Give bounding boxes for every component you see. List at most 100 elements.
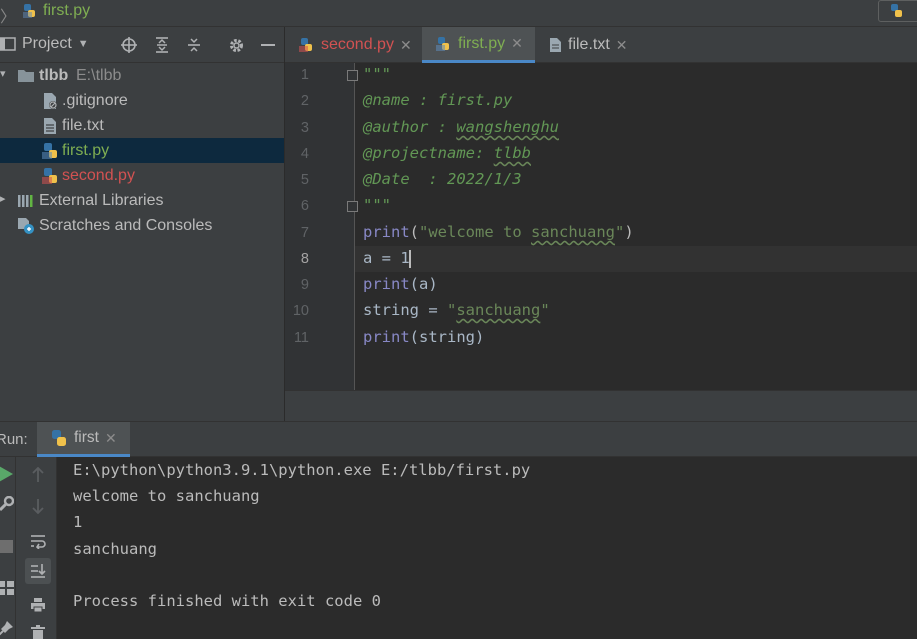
python-icon [891, 4, 902, 17]
run-toolbar-secondary [16, 457, 57, 639]
project-title: Project [22, 35, 72, 52]
tab-run-first[interactable]: first ✕ [37, 422, 130, 457]
text-caret [409, 250, 411, 268]
code-editor[interactable]: 1 2 3 4 5 6 7 8 9 10 11 """ @name : firs… [285, 63, 917, 390]
code-line: print(string) [363, 328, 485, 346]
run-toolbar-primary [0, 457, 16, 639]
code-line: @Date : 2022/1/3 [363, 170, 522, 188]
tab-second-py[interactable]: second.py ✕ [285, 27, 419, 63]
chevron-down-icon: ▾ [0, 68, 6, 80]
breadcrumb-file[interactable]: first.py [22, 2, 90, 20]
tab-label: file.txt [568, 36, 610, 53]
line-number-gutter: 1 2 3 4 5 6 7 8 9 10 11 [285, 63, 358, 390]
locate-file-icon[interactable] [119, 35, 139, 55]
chevron-down-icon: ▼ [77, 38, 89, 50]
fold-marker-icon[interactable] [347, 70, 358, 81]
project-window-icon [0, 37, 16, 51]
folder-icon [17, 67, 35, 85]
code-line: """ [363, 65, 391, 83]
line-number: 1 [300, 67, 309, 83]
python-file-icon [41, 142, 59, 160]
line-number: 7 [300, 225, 309, 241]
tab-label: second.py [321, 36, 394, 53]
run-tool-window-header: Run: first ✕ [0, 421, 917, 457]
tree-item-file-txt[interactable]: file.txt [0, 113, 284, 138]
run-tab-label: first [74, 429, 99, 446]
line-number: 4 [300, 146, 309, 162]
tree-item-second-py[interactable]: second.py [0, 163, 284, 188]
console-line: sanchuang [73, 540, 157, 558]
breadcrumb-separator: 〉 [0, 9, 17, 26]
close-icon[interactable]: ✕ [105, 430, 117, 447]
arrow-down-icon[interactable] [25, 493, 51, 519]
code-line: """ [363, 196, 391, 214]
scroll-to-end-icon[interactable] [25, 558, 51, 584]
editor-tab-bar: second.py ✕ first.py ✕ file.txt ✕ [285, 27, 917, 63]
close-icon[interactable]: ✕ [511, 35, 523, 52]
breadcrumb-file-label: first.py [43, 2, 91, 19]
line-number: 10 [292, 303, 309, 319]
tree-item-label: tlbb [39, 66, 69, 84]
line-number: 8 [300, 251, 309, 267]
tree-item-external-libraries[interactable]: ▸ External Libraries [0, 188, 284, 213]
run-label: Run: [0, 431, 28, 448]
console-line: 1 [73, 513, 83, 531]
gitignore-file-icon [41, 92, 59, 110]
project-view-selector[interactable]: Project ▼ [0, 35, 89, 53]
tree-item-scratches[interactable]: Scratches and Consoles [0, 213, 284, 238]
python-file-icon [23, 4, 35, 18]
python-file-icon [436, 36, 449, 51]
editor-bottom-area [285, 390, 917, 421]
tree-item-label: second.py [62, 166, 135, 184]
line-number: 3 [300, 120, 309, 136]
code-line: @author : wangshenghu [363, 118, 559, 136]
tree-item-label: first.py [62, 141, 110, 159]
console-line: Process finished with exit code 0 [73, 592, 381, 610]
close-icon[interactable]: ✕ [616, 37, 628, 54]
arrow-up-icon[interactable] [25, 462, 51, 488]
code-line: @projectname: tlbb [363, 144, 531, 162]
fold-marker-icon[interactable] [347, 201, 358, 212]
text-file-icon [550, 38, 561, 52]
python-icon [52, 430, 66, 446]
console-line: E:\python\python3.9.1\python.exe E:/tlbb… [73, 461, 531, 479]
code-line: print(a) [363, 275, 438, 293]
tree-item-label: file.txt [62, 116, 104, 134]
scratches-icon [17, 217, 35, 235]
print-icon[interactable] [25, 592, 51, 618]
close-icon[interactable]: ✕ [400, 37, 412, 54]
tree-item-label: .gitignore [62, 91, 128, 109]
code-line: a = 1 [363, 249, 410, 267]
code-line: print("welcome to sanchuang") [363, 223, 634, 241]
tree-item-tlbb[interactable]: ▾ tlbb E:\tlbb [0, 63, 284, 88]
tree-item-first-py[interactable]: first.py [0, 138, 284, 163]
tab-first-py[interactable]: first.py ✕ [422, 27, 535, 63]
line-number: 9 [300, 277, 309, 293]
collapse-all-icon[interactable] [184, 35, 204, 55]
tree-item-label: Scratches and Consoles [39, 216, 213, 234]
project-header: Project ▼ [0, 27, 284, 63]
project-tool-window: Project ▼ ▾ tlbb E:\tlbb .gitignore file… [0, 27, 284, 421]
tab-file-txt[interactable]: file.txt ✕ [535, 27, 645, 63]
minimize-icon[interactable] [258, 35, 278, 55]
python-file-icon [41, 167, 59, 185]
library-icon [17, 192, 35, 210]
text-file-icon [41, 117, 59, 135]
run-console-output[interactable]: E:\python\python3.9.1\python.exe E:/tlbb… [57, 457, 917, 639]
code-line: @name : first.py [363, 91, 513, 109]
line-number: 11 [293, 330, 309, 346]
navigation-bar: 〉 first.py [0, 0, 917, 27]
line-number: 2 [300, 93, 309, 109]
console-line: welcome to sanchuang [73, 487, 260, 505]
run-configuration-selector[interactable] [878, 0, 917, 22]
tree-item-gitignore[interactable]: .gitignore [0, 88, 284, 113]
soft-wrap-icon[interactable] [25, 528, 51, 554]
tree-item-label: External Libraries [39, 191, 164, 209]
tree-item-path: E:\tlbb [76, 66, 122, 84]
gear-icon[interactable] [226, 35, 246, 55]
expand-all-icon[interactable] [152, 35, 172, 55]
trash-icon[interactable] [25, 620, 51, 639]
tab-label: first.py [458, 34, 506, 52]
line-number: 5 [300, 172, 309, 188]
code-line: string = "sanchuang" [363, 301, 550, 319]
